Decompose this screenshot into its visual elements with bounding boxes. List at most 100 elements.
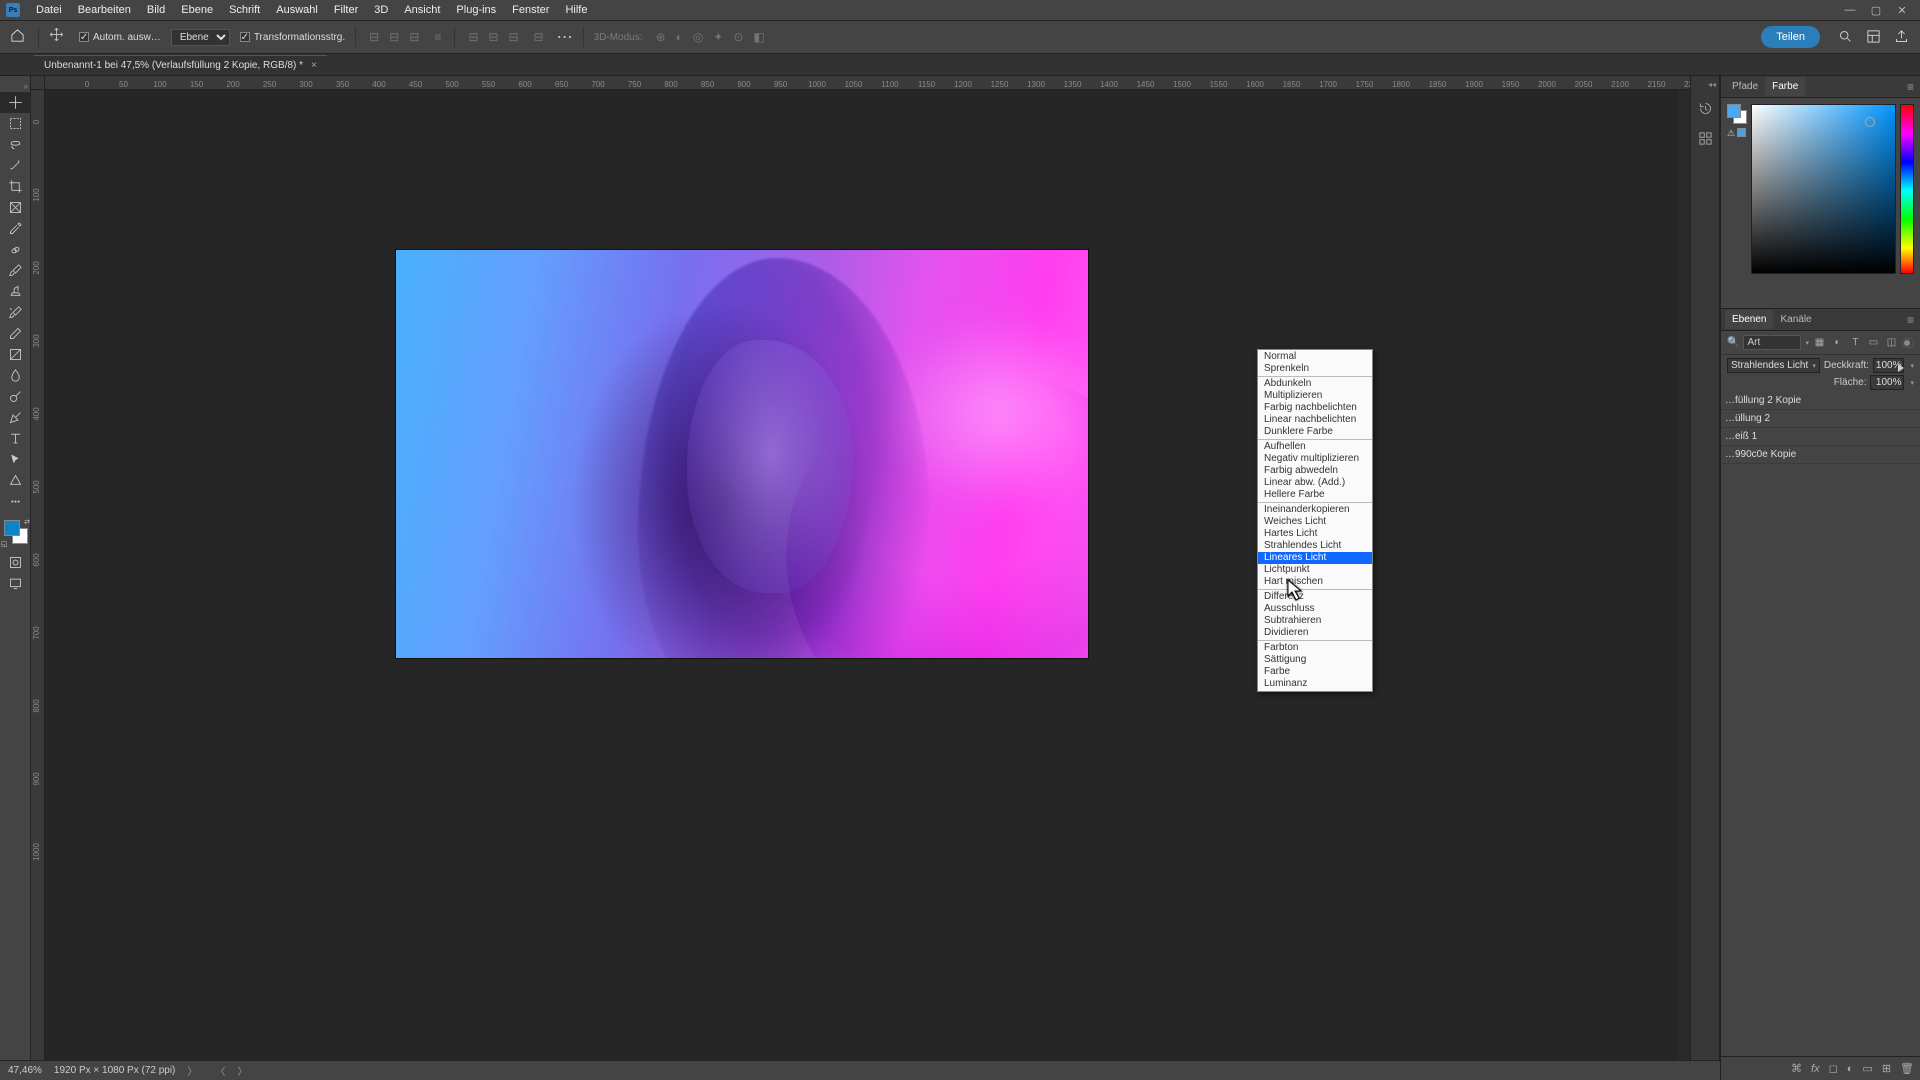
history-panel-icon[interactable] xyxy=(1694,97,1716,119)
blend-option[interactable]: Hellere Farbe xyxy=(1258,489,1372,501)
align-center-h-icon[interactable]: ⊟ xyxy=(389,30,399,44)
blend-option[interactable]: Sprenkeln xyxy=(1258,363,1372,375)
foreground-color[interactable] xyxy=(4,520,20,536)
gamut-warning-icon[interactable]: ⚠ xyxy=(1727,128,1735,139)
magic-wand-tool[interactable] xyxy=(0,155,31,176)
foreground-background-colors[interactable]: ⇄ ◱ xyxy=(0,518,31,548)
layer-mask-icon[interactable]: ◻ xyxy=(1829,1062,1838,1075)
color-field[interactable] xyxy=(1751,104,1896,274)
path-selection-tool[interactable] xyxy=(0,449,31,470)
blend-mode-menu[interactable]: NormalSprenkelnAbdunkelnMultiplizierenFa… xyxy=(1257,349,1373,692)
blend-option[interactable]: Lichtpunkt xyxy=(1258,564,1372,576)
tab-channels[interactable]: Kanäle xyxy=(1773,310,1818,329)
blend-option[interactable]: Dunklere Farbe xyxy=(1258,426,1372,438)
blend-option[interactable]: Normal xyxy=(1258,351,1372,363)
close-tab-icon[interactable]: × xyxy=(311,60,317,71)
menu-datei[interactable]: Datei xyxy=(28,4,70,16)
quick-mask-tool[interactable] xyxy=(0,552,31,573)
blend-option[interactable]: Farbton xyxy=(1258,642,1372,654)
healing-brush-tool[interactable] xyxy=(0,239,31,260)
default-colors-icon[interactable]: ◱ xyxy=(1,540,8,548)
marquee-tool[interactable] xyxy=(0,113,31,134)
blend-option[interactable]: Lineares Licht xyxy=(1258,552,1372,564)
menu-filter[interactable]: Filter xyxy=(326,4,366,16)
blend-option[interactable]: Multiplizieren xyxy=(1258,390,1372,402)
scrollbar-vertical[interactable] xyxy=(1678,90,1690,1068)
layer-filter-input[interactable] xyxy=(1743,335,1801,350)
home-icon[interactable] xyxy=(10,28,28,46)
align-center-v-icon[interactable]: ⊟ xyxy=(488,30,498,44)
move-tool[interactable] xyxy=(0,92,31,113)
crop-tool[interactable] xyxy=(0,176,31,197)
transform-controls-checkbox[interactable]: ✓Transformationsstrg. xyxy=(240,32,345,43)
type-tool[interactable] xyxy=(0,428,31,449)
distribute-h-icon[interactable]: ≡ xyxy=(434,30,441,44)
menu-ebene[interactable]: Ebene xyxy=(173,4,221,16)
layer-style-icon[interactable]: fx xyxy=(1811,1063,1820,1075)
tab-color[interactable]: Farbe xyxy=(1765,77,1805,96)
hue-slider[interactable] xyxy=(1900,104,1914,274)
workspace-icon[interactable] xyxy=(1866,29,1882,45)
ruler-horizontal[interactable]: 0501001502002503003504004505005506006507… xyxy=(45,76,1690,90)
blend-mode-dropdown[interactable]: Strahlendes Licht▾ xyxy=(1727,358,1820,373)
maximize-button[interactable]: ▢ xyxy=(1868,4,1884,17)
export-share-icon[interactable] xyxy=(1894,29,1910,45)
frame-tool[interactable] xyxy=(0,197,31,218)
blur-tool[interactable] xyxy=(0,365,31,386)
menu-plug-ins[interactable]: Plug-ins xyxy=(448,4,504,16)
blend-option[interactable]: Hart mischen xyxy=(1258,576,1372,588)
properties-panel-icon[interactable] xyxy=(1694,127,1716,149)
tab-layers[interactable]: Ebenen xyxy=(1725,310,1773,329)
blend-option[interactable]: Weiches Licht xyxy=(1258,516,1372,528)
blend-option[interactable]: Aufhellen xyxy=(1258,441,1372,453)
close-button[interactable]: ✕ xyxy=(1894,4,1910,17)
share-button[interactable]: Teilen xyxy=(1761,26,1820,48)
blend-option[interactable]: Ineinanderkopieren xyxy=(1258,504,1372,516)
new-layer-icon[interactable]: ⊞ xyxy=(1882,1062,1891,1075)
search-icon[interactable] xyxy=(1838,29,1854,45)
hand-tool[interactable] xyxy=(0,491,31,512)
blend-option[interactable]: Subtrahieren xyxy=(1258,615,1372,627)
swap-colors-icon[interactable]: ⇄ xyxy=(24,518,30,526)
eraser-tool[interactable] xyxy=(0,323,31,344)
blend-option[interactable]: Differenz xyxy=(1258,591,1372,603)
distribute-v-icon[interactable]: ⊟ xyxy=(534,30,544,44)
document-info[interactable]: 1920 Px × 1080 Px (72 ppi) xyxy=(54,1065,175,1076)
link-layers-icon[interactable]: ⌘ xyxy=(1791,1062,1802,1075)
adjustment-layer-icon[interactable]: ◐ xyxy=(1847,1063,1854,1075)
align-group[interactable]: ⊟ ⊟ ⊟ ≡ xyxy=(366,30,444,44)
align-v-group[interactable]: ⊟ ⊟ ⊟ ⊟ xyxy=(465,30,546,44)
tab-paths[interactable]: Pfade xyxy=(1725,77,1765,96)
layer-group-icon[interactable]: ▭ xyxy=(1862,1062,1872,1075)
blend-option[interactable]: Negativ multiplizieren xyxy=(1258,453,1372,465)
filter-shape-icon[interactable]: ▭ xyxy=(1867,336,1880,349)
gradient-tool[interactable] xyxy=(0,344,31,365)
dodge-tool[interactable] xyxy=(0,386,31,407)
menu-bearbeiten[interactable]: Bearbeiten xyxy=(70,4,139,16)
filter-smartobject-icon[interactable]: ◫ xyxy=(1885,336,1898,349)
zoom-level[interactable]: 47,46% xyxy=(8,1065,42,1076)
ruler-vertical[interactable]: 01002003004005006007008009001000 xyxy=(31,90,45,1080)
panel-menu-icon[interactable]: ≡ xyxy=(1907,80,1920,94)
clone-stamp-tool[interactable] xyxy=(0,281,31,302)
color-panel-swatches[interactable] xyxy=(1727,104,1747,124)
layers-panel-menu-icon[interactable]: ≡ xyxy=(1907,313,1920,327)
shape-tool[interactable] xyxy=(0,470,31,491)
menu-bild[interactable]: Bild xyxy=(139,4,173,16)
filter-toggle[interactable] xyxy=(1902,338,1914,348)
menu-ansicht[interactable]: Ansicht xyxy=(396,4,448,16)
blend-option[interactable]: Luminanz xyxy=(1258,678,1372,690)
ruler-origin[interactable] xyxy=(31,76,45,90)
menu-fenster[interactable]: Fenster xyxy=(504,4,557,16)
layer-row[interactable]: …eiß 1 xyxy=(1721,428,1920,446)
blend-option[interactable]: Linear nachbelichten xyxy=(1258,414,1372,426)
layer-row[interactable]: …üllung 2 xyxy=(1721,410,1920,428)
move-tool-icon[interactable] xyxy=(49,27,69,47)
filter-pixel-icon[interactable]: ▦ xyxy=(1813,336,1826,349)
status-next-icon[interactable]: 〉 xyxy=(237,1063,247,1078)
fill-input[interactable]: 100% xyxy=(1870,375,1904,390)
brush-tool[interactable] xyxy=(0,260,31,281)
blend-option[interactable]: Farbe xyxy=(1258,666,1372,678)
blend-option[interactable]: Sättigung xyxy=(1258,654,1372,666)
canvas-area[interactable]: 0501001502002503003504004505005506006507… xyxy=(31,76,1690,1080)
